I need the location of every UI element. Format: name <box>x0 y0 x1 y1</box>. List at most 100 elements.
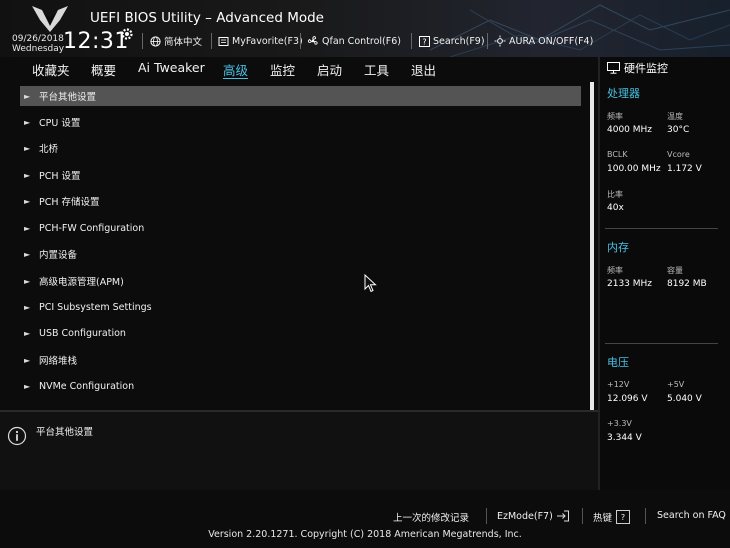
date-display: 09/26/2018 <box>12 34 64 44</box>
last-modified-button[interactable]: 上一次的修改记录 <box>393 510 469 524</box>
help-description: 平台其他设置 <box>36 427 94 438</box>
qfan-control-button[interactable]: Qfan Control(F6) <box>307 33 401 49</box>
cpu-section-title: 处理器 <box>607 87 640 100</box>
menu-item-pci-subsystem[interactable]: ► PCI Subsystem Settings <box>20 297 581 317</box>
menu-item-label: 北桥 <box>39 144 59 155</box>
menu-item-label: 网络堆栈 <box>39 356 78 367</box>
hardware-monitor-label: 硬件监控 <box>624 62 668 75</box>
chevron-right-icon: ► <box>24 170 31 180</box>
chevron-right-icon: ► <box>24 276 31 286</box>
memory-section-title: 内存 <box>607 241 629 254</box>
menu-item-label: PCI Subsystem Settings <box>39 301 152 313</box>
menu-item-network-stack[interactable]: ► 网络堆栈 <box>20 350 581 370</box>
header-separator <box>300 33 301 49</box>
language-label: 简体中文 <box>164 37 203 48</box>
footer-separator <box>582 508 583 524</box>
v5-label: +5V <box>667 380 685 389</box>
search-faq-button[interactable]: Search on FAQ <box>657 510 726 521</box>
ratio-value: 40x <box>607 203 624 213</box>
globe-icon <box>150 35 161 47</box>
memory-freq-label: 频率 <box>607 266 623 275</box>
menu-item-label: USB Configuration <box>39 327 126 339</box>
chevron-right-icon: ► <box>24 196 31 206</box>
menu-item-onboard-devices[interactable]: ► 内置设备 <box>20 244 581 264</box>
menu-item-pch-storage[interactable]: ► PCH 存储设置 <box>20 191 581 211</box>
v33-label: +3.3V <box>607 419 632 428</box>
vcore-label: Vcore <box>667 150 690 159</box>
qfan-label: Qfan Control(F6) <box>322 35 401 47</box>
bclk-value: 100.00 MHz <box>607 164 661 174</box>
bclk-label: BCLK <box>607 150 628 159</box>
hotkeys-button[interactable]: 热键 ? <box>593 510 631 524</box>
last-modified-label: 上一次的修改记录 <box>393 513 470 524</box>
myfavorite-label: MyFavorite(F3) <box>232 35 303 47</box>
ezmode-button[interactable]: EzMode(F7) <box>497 510 570 522</box>
footer-separator <box>645 508 646 524</box>
header-separator <box>211 33 212 49</box>
tab-main[interactable]: 概要 <box>91 60 116 79</box>
footer-separator <box>486 508 487 524</box>
menu-item-pch[interactable]: ► PCH 设置 <box>20 165 581 185</box>
favorite-list-icon <box>218 36 229 46</box>
aura-light-icon <box>494 35 506 47</box>
menu-item-label: 高级电源管理(APM) <box>39 277 124 288</box>
weekday-display: Wednesday <box>12 44 65 54</box>
menu-item-platform-misc[interactable]: ► 平台其他设置 <box>20 86 581 106</box>
menu-item-northbridge[interactable]: ► 北桥 <box>20 138 581 158</box>
hotkeys-label: 热键 <box>593 513 613 524</box>
menu-item-cpu[interactable]: ► CPU 设置 <box>20 112 581 132</box>
search-label: Search(F9) <box>433 35 485 47</box>
search-button[interactable]: ? Search(F9) <box>419 33 485 49</box>
chevron-right-icon: ► <box>24 381 31 391</box>
menu-item-label: CPU 设置 <box>39 118 81 129</box>
chevron-right-icon: ► <box>24 355 31 365</box>
chevron-right-icon: ► <box>24 328 31 338</box>
cpu-temp-value: 30°C <box>667 125 690 135</box>
v12-label: +12V <box>607 380 630 389</box>
menu-item-pch-fw[interactable]: ► PCH-FW Configuration <box>20 218 581 238</box>
tab-ai-tweaker[interactable]: Ai Tweaker <box>138 60 205 75</box>
menu-item-label: PCH-FW Configuration <box>39 222 145 234</box>
tab-advanced[interactable]: 高级 <box>223 60 248 79</box>
cpu-temp-label: 温度 <box>667 112 683 121</box>
tab-tool[interactable]: 工具 <box>364 60 389 79</box>
list-scrollbar-thumb[interactable] <box>590 82 594 410</box>
aura-toggle-button[interactable]: AURA ON/OFF(F4) <box>494 33 593 49</box>
gear-icon[interactable] <box>120 27 134 41</box>
memory-capacity-value: 8192 MB <box>667 279 707 289</box>
tab-boot[interactable]: 启动 <box>317 60 342 79</box>
menu-item-label: 内置设备 <box>39 250 78 261</box>
header-separator <box>142 33 143 49</box>
tab-favorites[interactable]: 收藏夹 <box>32 60 70 79</box>
svg-text:?: ? <box>422 37 426 46</box>
tab-exit[interactable]: 退出 <box>411 60 436 79</box>
monitor-icon <box>607 62 620 74</box>
cpu-freq-value: 4000 MHz <box>607 125 653 135</box>
chevron-right-icon: ► <box>24 143 31 153</box>
menu-item-label: 平台其他设置 <box>39 92 97 103</box>
vcore-value: 1.172 V <box>667 164 702 174</box>
exit-arrow-icon <box>556 510 569 522</box>
search-help-icon: ? <box>419 35 430 47</box>
language-button[interactable]: 简体中文 <box>150 33 202 49</box>
menu-item-usb[interactable]: ► USB Configuration <box>20 323 581 343</box>
section-divider <box>605 228 718 229</box>
myfavorite-button[interactable]: MyFavorite(F3) <box>218 33 303 49</box>
version-info: Version 2.20.1271. Copyright (C) 2018 Am… <box>208 529 522 540</box>
chevron-right-icon: ► <box>24 91 31 101</box>
v5-value: 5.040 V <box>667 394 702 404</box>
hardware-monitor-title: 硬件监控 <box>607 60 668 76</box>
cpu-freq-label: 频率 <box>607 112 623 121</box>
menu-item-apm[interactable]: ► 高级电源管理(APM) <box>20 271 581 291</box>
info-icon <box>7 426 27 446</box>
tab-monitor[interactable]: 监控 <box>270 60 295 79</box>
menu-item-label: NVMe Configuration <box>39 380 135 392</box>
ratio-label: 比率 <box>607 190 623 199</box>
menu-item-nvme[interactable]: ► NVMe Configuration <box>20 376 581 396</box>
chevron-right-icon: ► <box>24 302 31 312</box>
hotkeys-help-icon: ? <box>616 510 631 524</box>
memory-freq-value: 2133 MHz <box>607 279 653 289</box>
memory-capacity-label: 容量 <box>667 266 683 275</box>
section-divider <box>605 343 718 344</box>
header-separator <box>411 33 412 49</box>
